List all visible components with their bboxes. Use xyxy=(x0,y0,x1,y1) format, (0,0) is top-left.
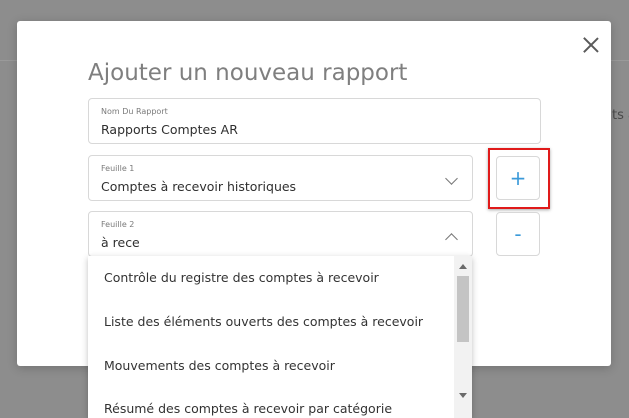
list-item[interactable]: Liste des éléments ouverts des comptes à… xyxy=(104,314,423,329)
sheet2-search-input[interactable]: à rece xyxy=(101,235,140,250)
close-icon[interactable] xyxy=(580,34,602,56)
sheet2-label: Feuille 2 xyxy=(101,220,135,229)
scroll-up-arrow-icon[interactable] xyxy=(459,264,467,269)
list-item[interactable]: Mouvements des comptes à recevoir xyxy=(104,358,335,373)
dropdown-scrollbar[interactable] xyxy=(454,256,472,418)
sheet2-dropdown-list: Contrôle du registre des comptes à recev… xyxy=(88,256,472,418)
list-item[interactable]: Contrôle du registre des comptes à recev… xyxy=(104,270,379,285)
sheet1-value: Comptes à recevoir historiques xyxy=(101,179,297,194)
sheet2-select[interactable]: Feuille 2 à rece xyxy=(88,211,473,257)
highlight-box xyxy=(488,148,550,209)
background-text: ts a xyxy=(612,108,629,123)
sheet1-label: Feuille 1 xyxy=(101,164,135,173)
scroll-thumb[interactable] xyxy=(457,276,469,342)
dialog-title: Ajouter un nouveau rapport xyxy=(88,60,408,86)
report-name-field[interactable]: Nom Du Rapport Rapports Comptes AR xyxy=(88,98,541,144)
scroll-down-arrow-icon[interactable] xyxy=(459,393,467,398)
report-name-value: Rapports Comptes AR xyxy=(101,122,238,137)
list-item[interactable]: Résumé des comptes à recevoir par catégo… xyxy=(104,401,392,416)
report-name-label: Nom Du Rapport xyxy=(101,107,168,116)
chevron-up-icon[interactable] xyxy=(445,233,458,246)
chevron-down-icon[interactable] xyxy=(445,172,458,185)
remove-sheet-button[interactable]: - xyxy=(496,212,540,256)
sheet1-select[interactable]: Feuille 1 Comptes à recevoir historiques xyxy=(88,155,473,201)
